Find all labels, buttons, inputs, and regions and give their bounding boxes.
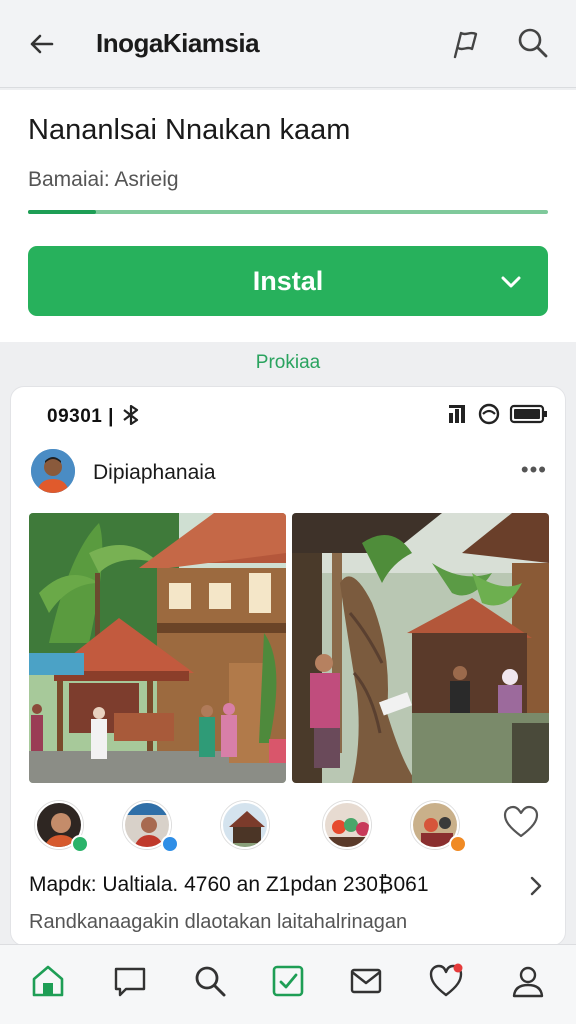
post-avatar[interactable] — [31, 449, 75, 493]
install-button-label: Instal — [252, 265, 324, 296]
app-subtitle: Bamaiai: Asrieig — [28, 168, 179, 191]
check-square-icon[interactable] — [270, 963, 306, 999]
search-icon[interactable] — [192, 963, 228, 999]
more-options-icon[interactable]: ••• — [521, 457, 547, 483]
heart-icon[interactable] — [428, 963, 464, 999]
status-icons — [449, 403, 547, 425]
battery-icon — [509, 404, 547, 424]
online-badge-icon — [71, 835, 89, 853]
arrow-left-icon[interactable] — [26, 28, 58, 60]
story-avatar-4[interactable] — [323, 801, 371, 849]
app-name: Nananlsai Nnaιkan kaam — [28, 114, 351, 146]
heart-outline-icon[interactable] — [503, 805, 539, 839]
post-photo-village-house[interactable] — [29, 513, 286, 783]
bottom-navigation — [0, 944, 576, 1024]
post-username[interactable]: Dipiaphanaia — [93, 461, 216, 485]
share-badge-icon — [449, 835, 467, 853]
signal-icon — [449, 405, 465, 423]
bluetooth-icon — [123, 404, 138, 426]
flag-icon[interactable] — [448, 27, 482, 61]
post-header: Dipiaphanaia ••• — [31, 449, 551, 497]
install-button[interactable]: Instal — [28, 246, 548, 316]
reactions-row — [31, 797, 551, 857]
story-avatar-3[interactable] — [221, 801, 269, 849]
chevron-right-icon[interactable] — [527, 875, 545, 897]
profile-icon[interactable] — [510, 963, 546, 999]
mail-icon[interactable] — [348, 963, 384, 999]
download-progress-bar — [28, 210, 548, 214]
progress-fill — [28, 210, 96, 214]
verified-badge-icon — [161, 835, 179, 853]
chevron-down-icon — [501, 276, 521, 288]
page-title: InogaKiamsia — [96, 28, 260, 58]
post-description: Randkanaagakin dlaotakan laitahalrinagan — [29, 911, 408, 933]
home-icon[interactable] — [30, 963, 66, 999]
search-icon[interactable] — [516, 26, 550, 60]
chat-icon[interactable] — [112, 963, 148, 999]
post-photo-courtyard-tree[interactable] — [292, 513, 549, 783]
wifi-icon — [478, 403, 500, 425]
post-meta-line: Mapdк: Ualtiala. 4760 an Z1pdan 230₿061 — [29, 873, 429, 896]
status-time-text: 09301 | — [47, 406, 120, 427]
preview-screenshot[interactable]: 09301 | Dipiaphanaia ••• Mapdк: Ualtiala… — [10, 386, 566, 946]
top-app-bar: InogaKiamsia — [0, 0, 576, 88]
preview-label: Prokiaa — [255, 352, 321, 373]
status-time: 09301 | — [47, 404, 142, 428]
